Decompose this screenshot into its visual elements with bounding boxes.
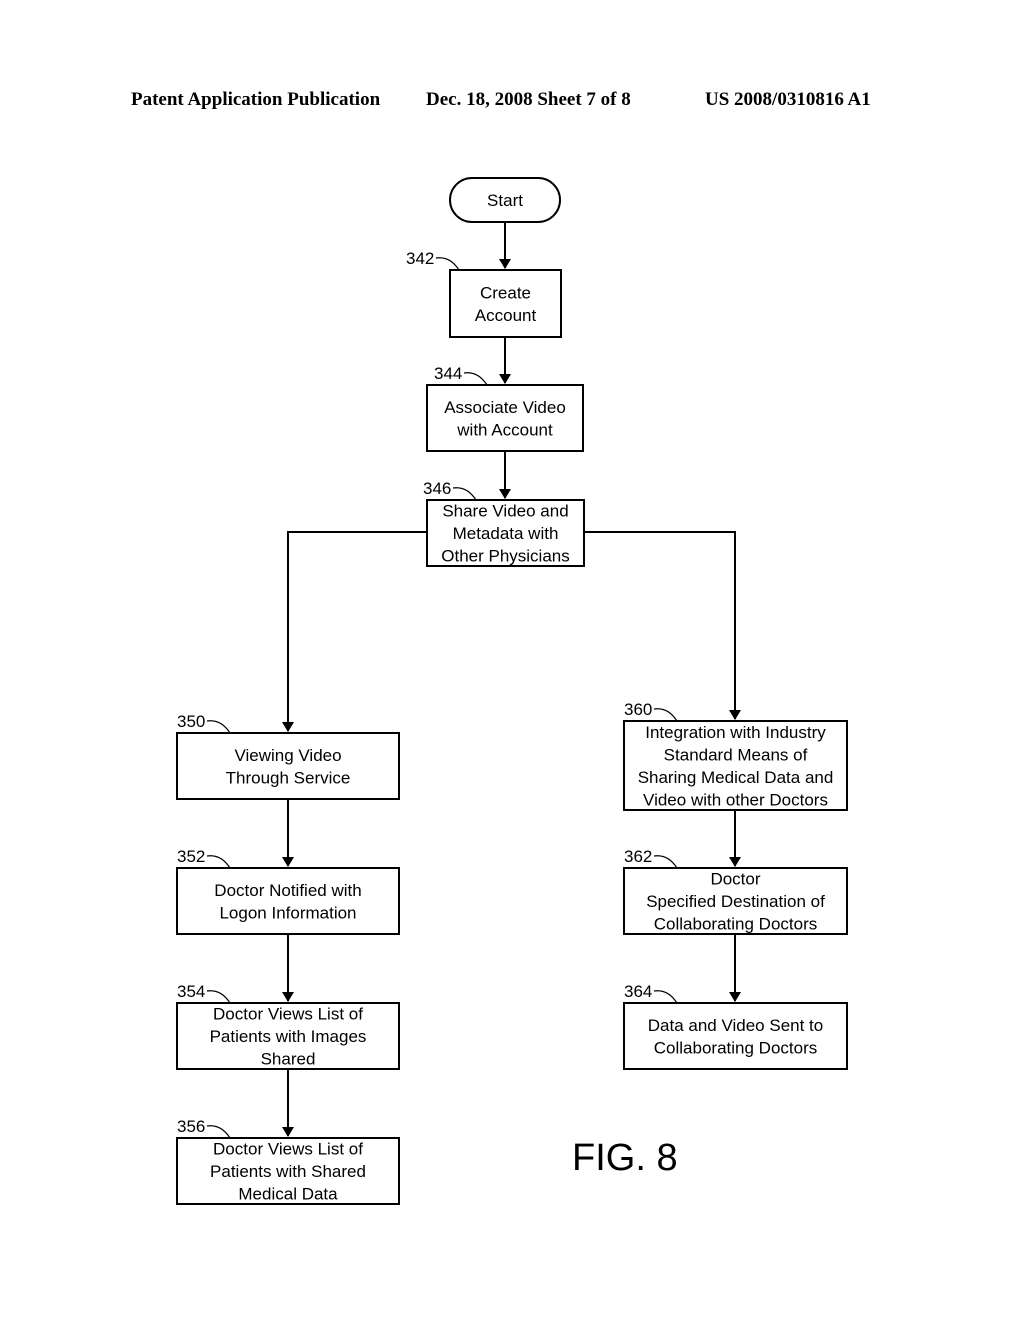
- step-label-line: Account: [475, 306, 537, 325]
- reference-numeral: 350: [177, 712, 205, 731]
- start-label: Start: [487, 191, 523, 210]
- step-label-line: with Account: [456, 420, 553, 439]
- step-label-line: Medical Data: [238, 1185, 338, 1204]
- step-label-line: Metadata with: [453, 524, 559, 543]
- leader-line: [206, 1125, 231, 1139]
- step-label-line: Video with other Doctors: [643, 790, 828, 809]
- step-box: [449, 269, 562, 338]
- leader-line: [463, 372, 488, 386]
- step-label-line: Doctor Views List of: [213, 1005, 363, 1024]
- step-label-line: Specified Destination of: [646, 892, 825, 911]
- step-box: [426, 384, 584, 452]
- arrow-346-to-360: [584, 531, 741, 720]
- step-label-line: Associate Video: [444, 398, 566, 417]
- step-label-line: Viewing Video: [234, 746, 341, 765]
- step-label-line: Doctor: [710, 870, 760, 889]
- step-label-line: Doctor Notified with: [214, 881, 361, 900]
- reference-numeral: 354: [177, 982, 205, 1001]
- step-label-line: Sharing Medical Data and: [638, 768, 834, 787]
- step-label-line: Collaborating Doctors: [654, 915, 817, 934]
- flowchart: Start Create Account 342 Associate Video wit…: [176, 177, 848, 1205]
- step-label-line: Share Video and: [442, 502, 568, 521]
- leader-line: [435, 257, 460, 271]
- leader-line: [206, 990, 231, 1004]
- step-box: [623, 1002, 848, 1070]
- reference-numeral: 344: [434, 364, 462, 383]
- figure-label: FIG. 8: [572, 1137, 678, 1179]
- reference-numeral: 346: [423, 479, 451, 498]
- step-label-line: Through Service: [226, 768, 351, 787]
- step-label-line: Patients with Shared: [210, 1162, 366, 1181]
- reference-numeral: 352: [177, 847, 205, 866]
- leader-line: [206, 855, 231, 869]
- arrow-346-to-350: [282, 531, 427, 732]
- step-label-line: Doctor Views List of: [213, 1140, 363, 1159]
- reference-numeral: 362: [624, 847, 652, 866]
- step-label-line: Integration with Industry: [645, 723, 826, 742]
- step-label-line: Other Physicians: [441, 547, 570, 566]
- leader-line: [653, 855, 678, 869]
- step-label-line: Data and Video Sent to: [648, 1016, 824, 1035]
- reference-numeral: 360: [624, 700, 652, 719]
- step-label-line: Shared: [261, 1050, 316, 1069]
- step-label-line: Collaborating Doctors: [654, 1038, 817, 1057]
- reference-numeral: 364: [624, 982, 652, 1001]
- leader-line: [653, 990, 678, 1004]
- step-label-line: Patients with Images: [210, 1027, 367, 1046]
- step-box: [176, 732, 400, 800]
- leader-line: [452, 487, 477, 501]
- leader-line: [653, 708, 678, 722]
- step-label-line: Standard Means of: [664, 745, 808, 764]
- leader-line: [206, 720, 231, 734]
- step-box: [176, 867, 400, 935]
- reference-numeral: 356: [177, 1117, 205, 1136]
- start-terminator: Start: [449, 177, 561, 223]
- step-342: Create Account 342: [406, 249, 562, 338]
- reference-numeral: 342: [406, 249, 434, 268]
- step-346: Share Video and Metadata with Other Physic…: [423, 479, 585, 567]
- step-label-line: Create: [480, 283, 531, 302]
- step-label-line: Logon Information: [219, 903, 356, 922]
